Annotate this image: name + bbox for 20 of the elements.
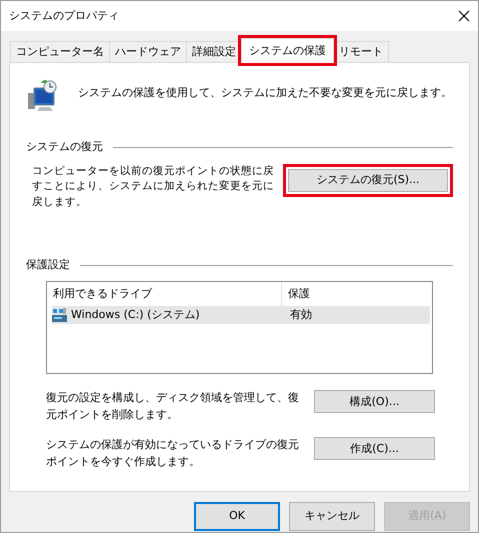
description-text: システムの保護が有効になっているドライブの復元ポイントを今すぐ作成します。 [46, 437, 300, 470]
description-text: 復元の設定を構成し、ディスク領域を管理して、復元ポイントを削除します。 [46, 390, 300, 423]
system-restore-button[interactable]: システムの復元(S)... [288, 168, 448, 192]
protection-status: 有効 [290, 307, 312, 323]
drive-icon [52, 308, 67, 322]
dialog-button[interactable]: OK [194, 502, 280, 531]
description-text: コンピューターを以前の復元ポイントの状態に戻すことにより、システムに加えられた変更を元に戻します。 [32, 164, 275, 210]
section-title: 保護設定 [26, 256, 70, 273]
action-button[interactable]: 作成(C)... [314, 437, 435, 460]
list-row[interactable]: Windows (C:) (システム) 有効 [52, 306, 430, 324]
tab[interactable]: システムの保護 [241, 38, 334, 63]
column-header[interactable]: 保護 [282, 282, 316, 306]
action-button[interactable]: 構成(O)... [314, 390, 435, 414]
drive-name: Windows (C:) (システム) [71, 307, 200, 323]
intro-text: システムの保護を使用して、システムに加えた不要な変更を元に戻します。 [78, 85, 452, 101]
dialog-button[interactable]: キャンセル [289, 502, 375, 531]
section-title: システムの復元 [26, 139, 103, 155]
window-title: システムのプロパティ [9, 8, 119, 24]
close-icon[interactable] [458, 10, 470, 22]
tab[interactable]: コンピューター名 [10, 41, 110, 62]
